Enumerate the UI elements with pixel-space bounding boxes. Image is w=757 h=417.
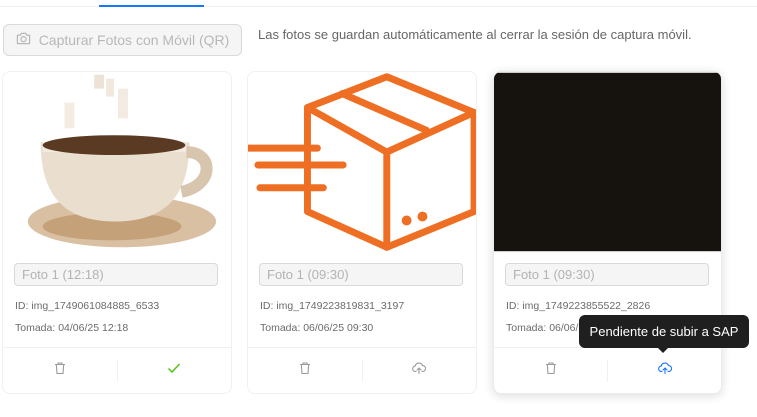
photo-taken-date: Tomada: 06/06/25 09:30	[260, 322, 374, 334]
camera-icon	[16, 31, 31, 49]
coffee-cup-image	[3, 72, 231, 252]
photo-taken-date: Tomada: 04/06/25 12:18	[15, 322, 129, 334]
trash-icon	[53, 361, 67, 380]
card-actions	[494, 347, 721, 393]
photo-card: Foto 1 (12:18) ID: img_1749061084885_653…	[2, 71, 232, 394]
photo-id: ID: img_1749223819831_3197	[260, 300, 405, 312]
trash-icon	[544, 361, 558, 380]
photo-card: Foto 1 (09:30) ID: img_1749223819831_319…	[247, 71, 477, 394]
dark-image	[494, 72, 721, 252]
check-icon	[167, 361, 181, 380]
photo-name-field[interactable]: Foto 1 (09:30)	[259, 263, 463, 286]
photo-id: ID: img_1749061084885_6533	[15, 300, 160, 312]
autosave-hint: Las fotos se guardan automáticamente al …	[258, 27, 692, 42]
cloud-upload-icon	[657, 361, 672, 380]
photo-name-field[interactable]: Foto 1 (12:18)	[14, 263, 218, 286]
delete-button[interactable]	[248, 348, 362, 393]
delivery-box-image	[248, 72, 476, 252]
card-actions	[248, 347, 476, 393]
tooltip-arrow	[657, 347, 669, 353]
upload-to-sap-button[interactable]	[363, 348, 477, 393]
active-tab-indicator	[99, 5, 204, 7]
synced-status-button[interactable]	[118, 348, 232, 393]
upload-to-sap-button[interactable]	[608, 348, 721, 393]
card-actions	[3, 347, 231, 393]
photo-name-field[interactable]: Foto 1 (09:30)	[505, 263, 709, 286]
delete-button[interactable]	[3, 348, 117, 393]
capture-photos-qr-button[interactable]: Capturar Fotos con Móvil (QR)	[3, 24, 242, 56]
cloud-upload-icon	[412, 361, 427, 380]
delete-button[interactable]	[494, 348, 607, 393]
photo-id: ID: img_1749223855522_2826	[506, 300, 651, 312]
trash-icon	[298, 361, 312, 380]
capture-button-label: Capturar Fotos con Móvil (QR)	[38, 32, 230, 48]
upload-status-tooltip: Pendiente de subir a SAP	[579, 315, 749, 348]
